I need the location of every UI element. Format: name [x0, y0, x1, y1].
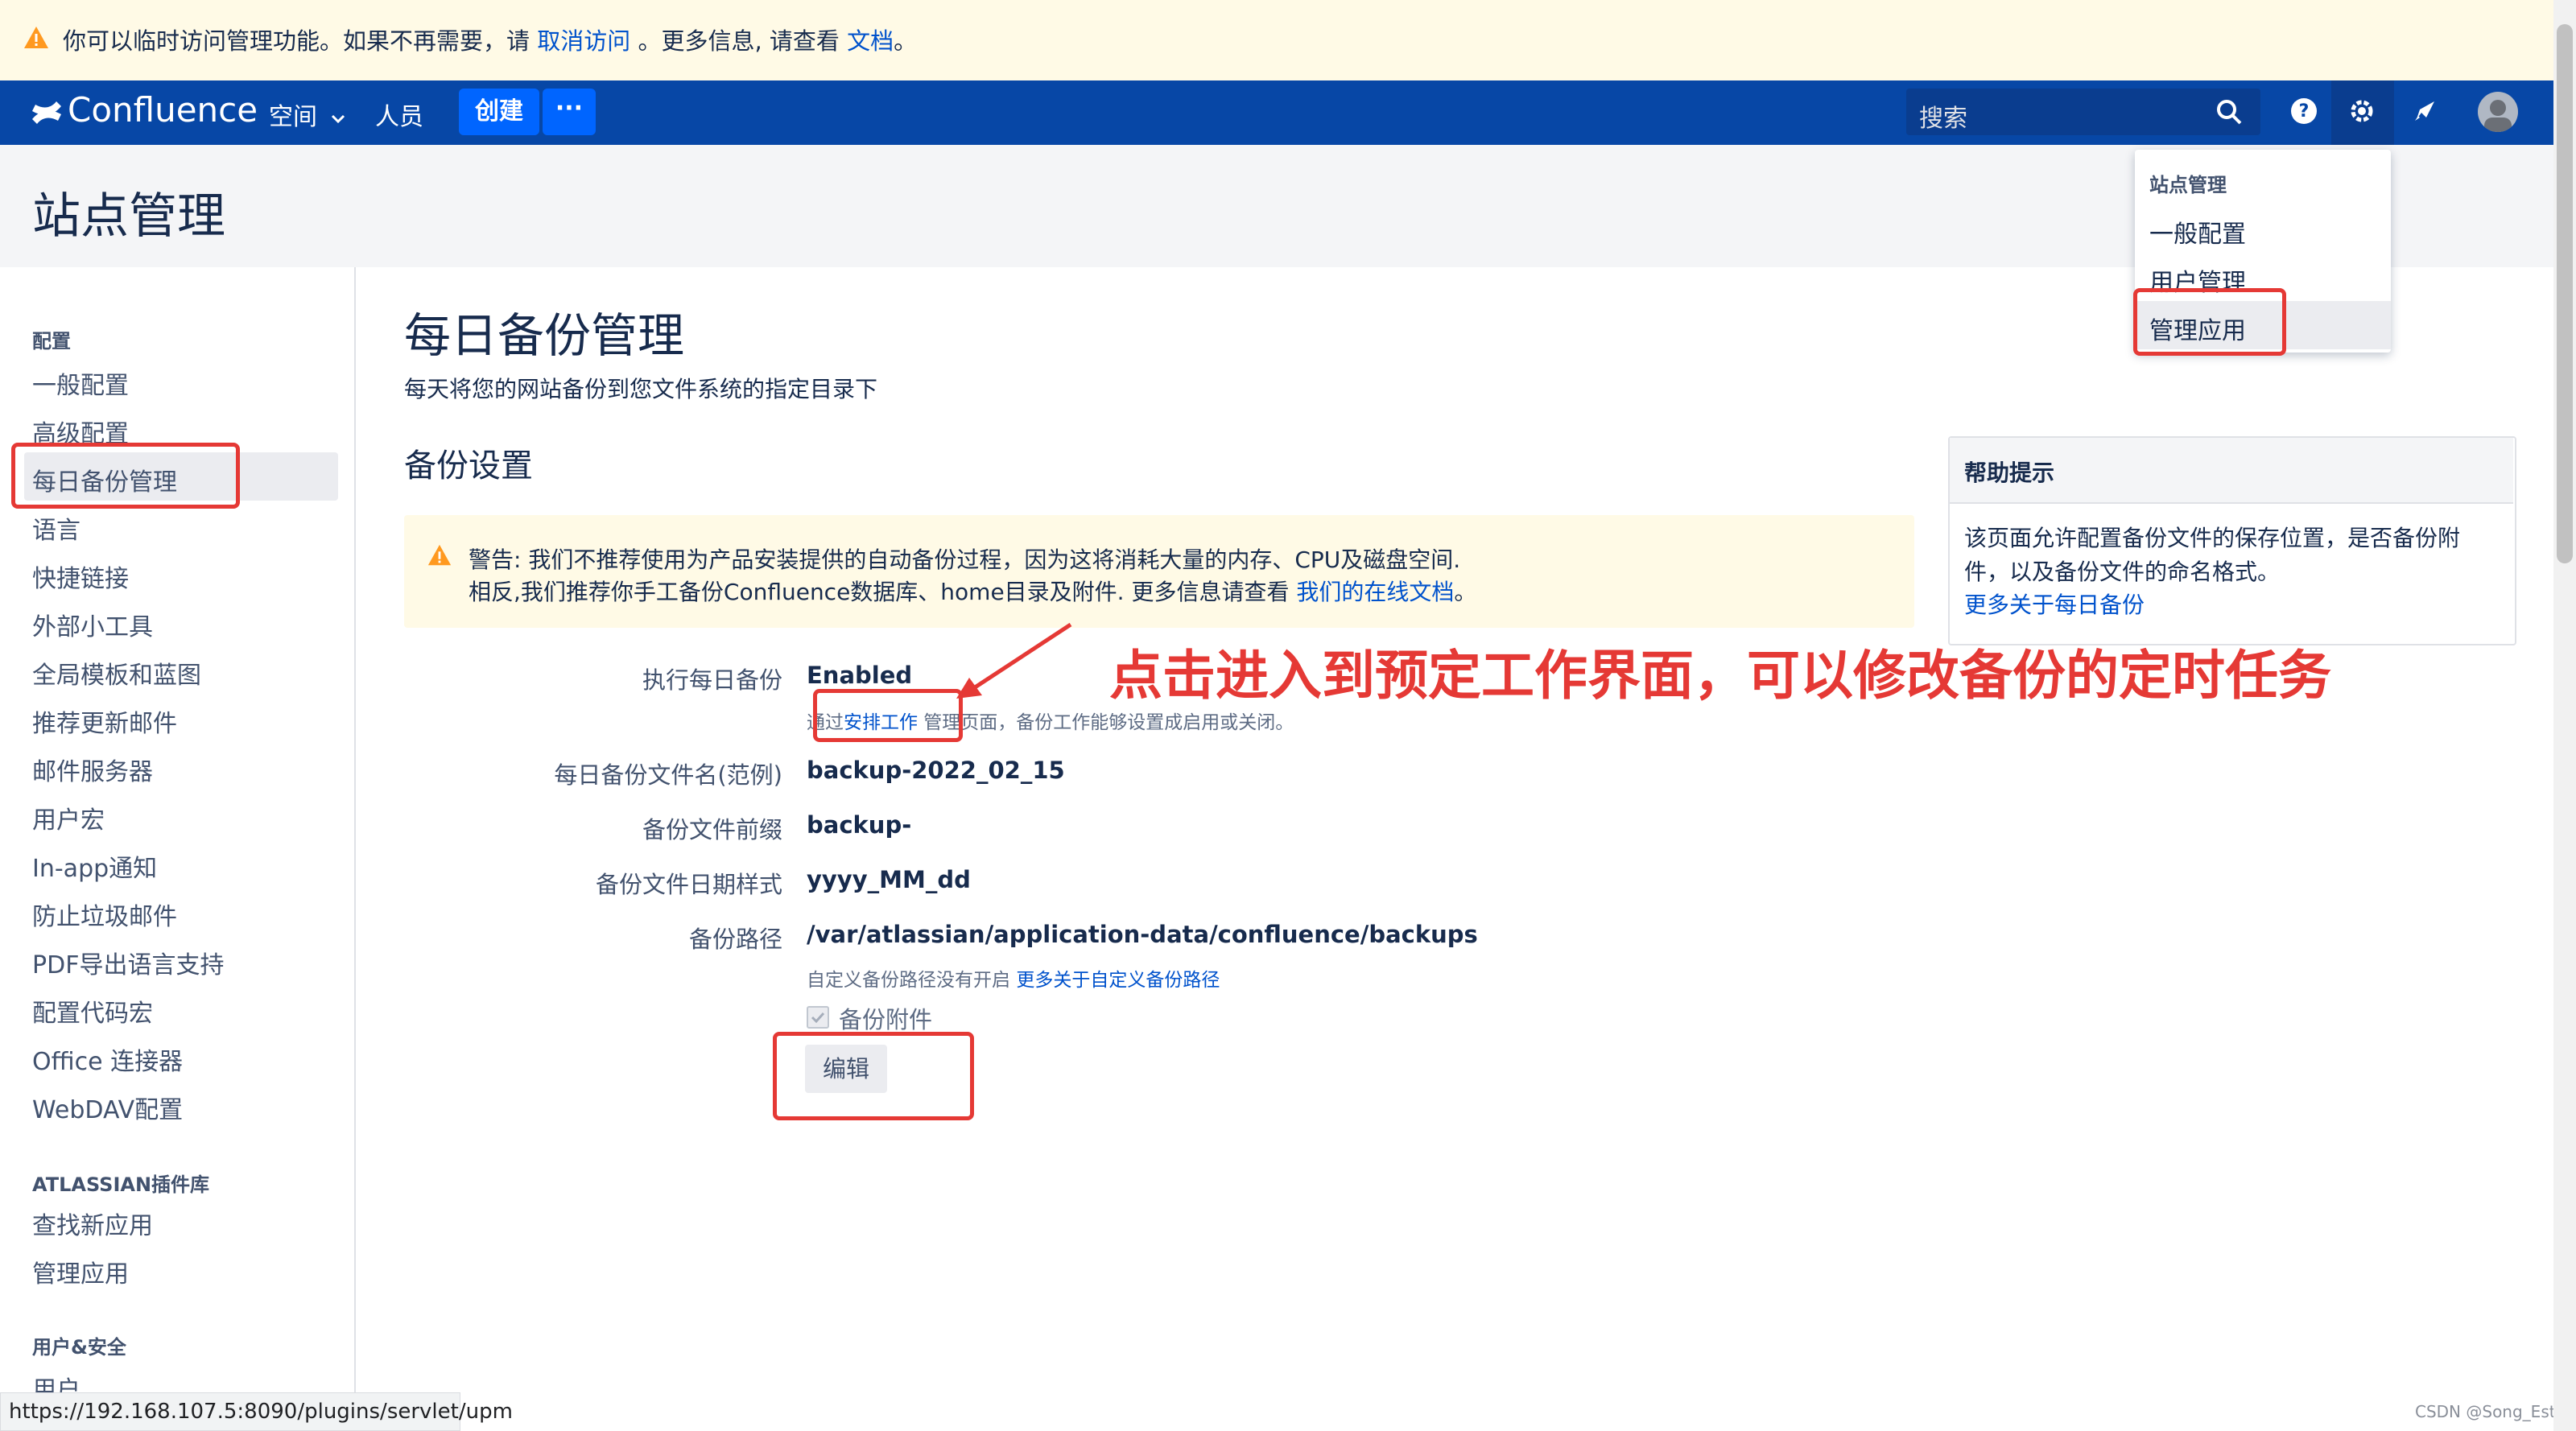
sidebar-item-spam-prevention[interactable]: 防止垃圾邮件 — [32, 897, 177, 932]
user-avatar[interactable] — [2478, 92, 2518, 132]
main-subtitle: 每天将您的网站备份到您文件系统的指定目录下 — [404, 376, 878, 402]
sidebar-item-find-apps[interactable]: 查找新应用 — [32, 1206, 153, 1241]
scrollbar-thumb[interactable] — [2557, 24, 2573, 563]
sidebar-heading-config: 配置 — [32, 330, 71, 353]
docs-link[interactable]: 文档 — [847, 27, 894, 55]
search-input[interactable]: 搜索 — [1919, 98, 2209, 134]
banner-message: 你可以临时访问管理功能。如果不再需要，请 取消访问 。更多信息, 请查看 文档。 — [63, 23, 917, 56]
date-pattern-label: 备份文件日期样式 — [595, 871, 782, 898]
sidebar-item-user-macros[interactable]: 用户宏 — [32, 800, 105, 835]
annotation-arrow-icon — [956, 622, 1072, 699]
annotation-box-scheduled-jobs — [813, 689, 963, 742]
sidebar-divider — [354, 267, 356, 1431]
warning-text-end: 。 — [1454, 579, 1477, 605]
daily-backup-value: Enabled — [807, 662, 913, 689]
backup-path-label: 备份路径 — [688, 926, 782, 953]
create-button[interactable]: 创建 — [459, 89, 539, 135]
sidebar-heading-marketplace: ATLASSIAN插件库 — [32, 1173, 210, 1196]
spaces-label: 空间 — [269, 103, 317, 131]
prefix-value: backup- — [807, 811, 912, 839]
custom-path-link[interactable]: 更多关于自定义备份路径 — [1016, 970, 1220, 991]
avatar-icon — [2484, 100, 2512, 132]
page-title: 站点管理 — [32, 188, 225, 245]
banner-text: 你可以临时访问管理功能。如果不再需要，请 — [63, 27, 538, 55]
annotation-box-manage-apps — [2133, 288, 2286, 356]
backup-path-note: 自定义备份路径没有开启 更多关于自定义备份路径 — [807, 964, 1220, 992]
sidebar-item-templates[interactable]: 全局模板和蓝图 — [32, 655, 201, 691]
annotation-text: 点击进入到预定工作界面，可以修改备份的定时任务 — [1109, 645, 2331, 707]
notification-rocket-icon[interactable] — [2409, 95, 2441, 127]
warning-line-2: 相反,我们推荐你手工备份Confluence数据库、home目录及附件. 更多信… — [469, 575, 1476, 607]
sidebar-item-manage-apps[interactable]: 管理应用 — [32, 1254, 129, 1289]
watermark: CSDN @Song_Estell — [2415, 1402, 2574, 1421]
online-docs-link[interactable]: 我们的在线文档 — [1296, 579, 1454, 605]
sidebar-heading-users-security: 用户&安全 — [32, 1336, 126, 1359]
warning-icon — [24, 27, 48, 48]
banner-text-end: 。 — [894, 27, 918, 55]
section-title: 备份设置 — [404, 447, 533, 485]
help-icon[interactable]: ? — [2288, 95, 2320, 127]
sidebar-item-code-macro[interactable]: 配置代码宏 — [32, 993, 153, 1029]
sidebar-item-inapp-notifications[interactable]: In-app通知 — [32, 848, 157, 884]
warning-icon — [427, 544, 452, 566]
more-create-button[interactable]: ··· — [543, 89, 596, 135]
dropdown-heading: 站点管理 — [2149, 174, 2227, 196]
people-link[interactable]: 人员 — [375, 97, 423, 132]
sidebar-item-language[interactable]: 语言 — [32, 510, 80, 546]
banner-text-mid: 。更多信息, 请查看 — [630, 27, 848, 55]
spaces-menu[interactable]: 空间 — [269, 97, 346, 132]
daily-backup-label: 执行每日备份 — [642, 666, 782, 694]
date-pattern-value: yyyy_MM_dd — [807, 866, 971, 893]
sidebar-item-general-config[interactable]: 一般配置 — [32, 365, 129, 401]
confluence-logo-text[interactable]: Confluence — [68, 90, 258, 130]
sidebar-item-office-connector[interactable]: Office 连接器 — [32, 1041, 183, 1077]
sidebar-item-mail-servers[interactable]: 邮件服务器 — [32, 752, 153, 787]
search-icon[interactable] — [2215, 98, 2243, 126]
path-note-text: 自定义备份路径没有开启 — [807, 970, 1017, 991]
sidebar-item-recommended-mail[interactable]: 推荐更新邮件 — [32, 703, 177, 739]
browser-status-bar: https://192.168.107.5:8090/plugins/servl… — [0, 1392, 513, 1431]
warning-line-1: 警告: 我们不推荐使用为产品安装提供的自动备份过程，因为这将消耗大量的内存、CP… — [469, 546, 1461, 573]
sidebar-item-shortcut-links[interactable]: 快捷链接 — [32, 559, 129, 594]
sidebar-item-pdf-language[interactable]: PDF导出语言支持 — [32, 945, 224, 980]
backup-path-value: /var/atlassian/application-data/confluen… — [807, 921, 1478, 948]
svg-text:?: ? — [2299, 101, 2310, 122]
dropdown-item-general-config[interactable]: 一般配置 — [2149, 214, 2246, 249]
confluence-logo-icon[interactable] — [29, 95, 64, 130]
check-icon — [811, 1012, 825, 1024]
revoke-access-link[interactable]: 取消访问 — [537, 27, 630, 55]
warning-text: 相反,我们推荐你手工备份Confluence数据库、home目录及附件. 更多信… — [469, 579, 1297, 605]
help-title: 帮助提示 — [1964, 460, 2055, 486]
main-title: 每日备份管理 — [404, 308, 685, 363]
help-body: 该页面允许配置备份文件的保存位置，是否备份附件，以及备份文件的命名格式。 — [1964, 525, 2461, 585]
prefix-label: 备份文件前缀 — [642, 816, 782, 843]
annotation-box-daily-backup — [11, 443, 240, 509]
chevron-down-icon — [331, 114, 345, 124]
annotation-box-edit — [773, 1032, 974, 1120]
sidebar-item-external-gadgets[interactable]: 外部小工具 — [32, 607, 153, 642]
gear-icon[interactable] — [2346, 95, 2378, 127]
help-more-link[interactable]: 更多关于每日备份 — [1964, 588, 2145, 620]
backup-attachments-checkbox — [807, 1006, 829, 1029]
backup-attachments-label: 备份附件 — [839, 1006, 933, 1033]
note-text-end: 管理页面，备份工作能够设置成启用或关闭。 — [918, 712, 1294, 733]
filename-label: 每日备份文件名(范例) — [554, 761, 782, 789]
sidebar-item-webdav[interactable]: WebDAV配置 — [32, 1090, 183, 1125]
filename-value: backup-2022_02_15 — [807, 757, 1065, 784]
